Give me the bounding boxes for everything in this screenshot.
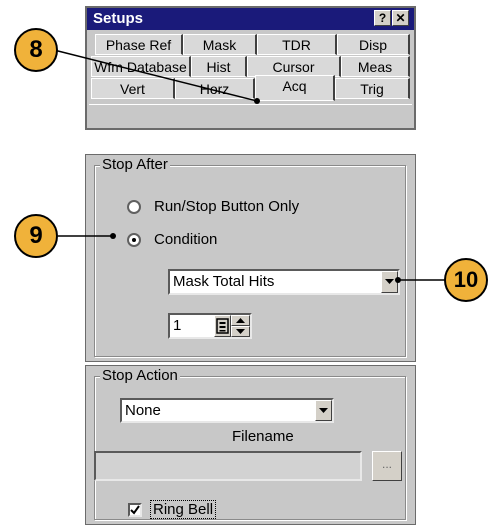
callout-9: 9 bbox=[14, 214, 58, 258]
leader-dot-9 bbox=[110, 233, 116, 239]
callout-8: 8 bbox=[14, 28, 58, 72]
callout-leader-lines bbox=[53, 49, 446, 283]
leader-dot-10 bbox=[395, 277, 401, 283]
leader-line-8 bbox=[53, 49, 258, 102]
leader-dot-8 bbox=[254, 98, 260, 104]
callout-10: 10 bbox=[444, 258, 488, 302]
